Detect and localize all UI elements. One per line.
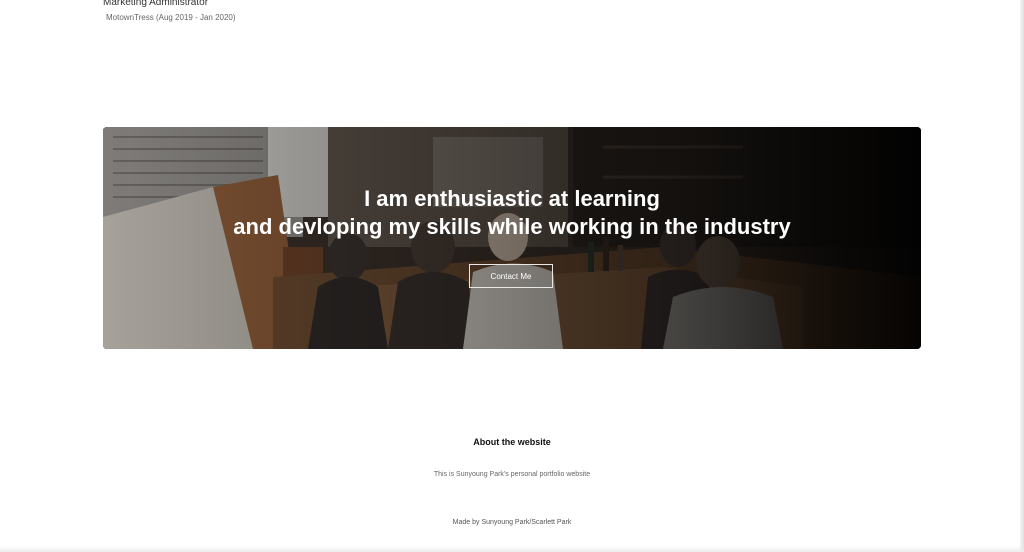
page-scroll-edge	[1020, 0, 1024, 552]
contact-me-button[interactable]: Contact Me	[469, 264, 553, 288]
hero-headline: I am enthusiastic at learning and devlop…	[103, 185, 921, 241]
experience-company-dates: MotownTress (Aug 2019 - Jan 2020)	[106, 13, 236, 22]
made-by-credit: Made by Sunyoung Park/Scarlett Park	[452, 519, 572, 526]
portfolio-page: Marketing Administrator MotownTress (Aug…	[0, 0, 1024, 552]
bottom-edge-shadow	[0, 546, 1024, 552]
experience-job-title: Marketing Administrator	[103, 0, 209, 8]
hero-headline-line-2: and devloping my skills while working in…	[233, 214, 791, 239]
about-website-heading: About the website	[473, 437, 551, 447]
hero-banner: I am enthusiastic at learning and devlop…	[103, 127, 921, 349]
hero-headline-line-1: I am enthusiastic at learning	[364, 186, 660, 211]
about-website-description: This is Sunyoung Park's personal portfol…	[433, 471, 591, 478]
